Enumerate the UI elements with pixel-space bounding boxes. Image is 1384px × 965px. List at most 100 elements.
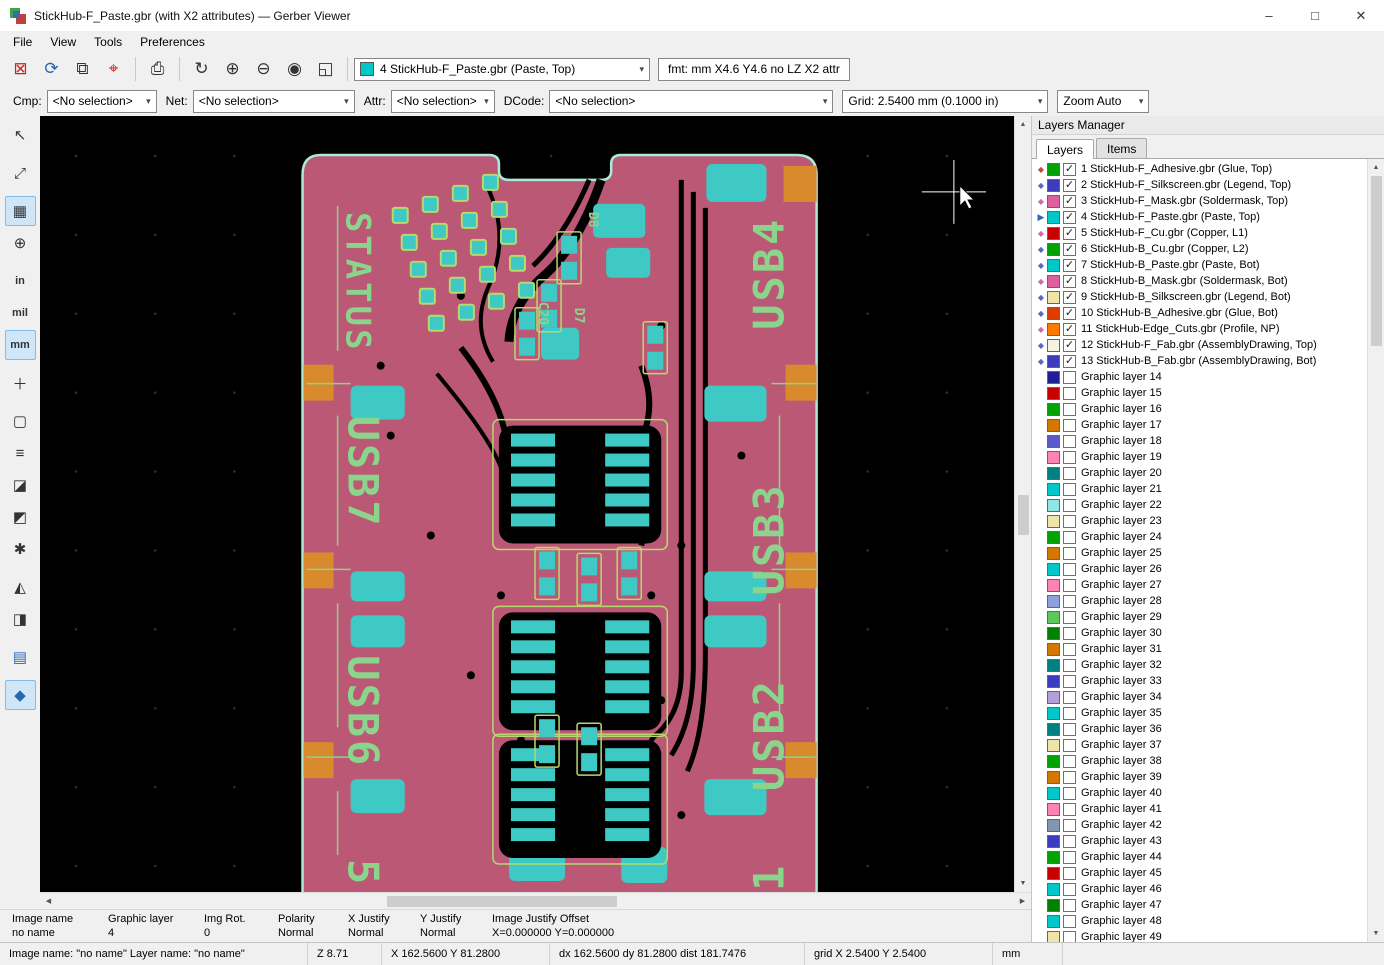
layer-row[interactable]: Graphic layer 46 xyxy=(1032,881,1367,897)
layer-row[interactable]: Graphic layer 39 xyxy=(1032,769,1367,785)
layer-visibility-checkbox[interactable] xyxy=(1063,835,1076,848)
tab-items[interactable]: Items xyxy=(1096,138,1147,158)
layer-row[interactable]: Graphic layer 38 xyxy=(1032,753,1367,769)
layer-color-swatch[interactable] xyxy=(1047,499,1060,512)
layer-row[interactable]: Graphic layer 17 xyxy=(1032,417,1367,433)
layer-row[interactable]: Graphic layer 47 xyxy=(1032,897,1367,913)
layer-color-swatch[interactable] xyxy=(1047,867,1060,880)
layer-color-swatch[interactable] xyxy=(1047,627,1060,640)
layer-row[interactable]: ◆✓6 StickHub-B_Cu.gbr (Copper, L2) xyxy=(1032,241,1367,257)
layer-color-swatch[interactable] xyxy=(1047,243,1060,256)
layer-visibility-checkbox[interactable] xyxy=(1063,611,1076,624)
layer-visibility-checkbox[interactable] xyxy=(1063,451,1076,464)
show-dcodes-button[interactable]: ✱ xyxy=(5,534,36,564)
polygons-sketch-button[interactable]: ◪ xyxy=(5,470,36,500)
zoom-redraw-button[interactable]: ↻ xyxy=(187,55,216,84)
layer-color-swatch[interactable] xyxy=(1047,419,1060,432)
layer-visibility-checkbox[interactable]: ✓ xyxy=(1063,227,1076,240)
layer-row[interactable]: Graphic layer 29 xyxy=(1032,609,1367,625)
units-inch-button[interactable]: in xyxy=(5,266,36,296)
layer-row[interactable]: Graphic layer 25 xyxy=(1032,545,1367,561)
layer-visibility-checkbox[interactable] xyxy=(1063,915,1076,928)
layer-visibility-checkbox[interactable]: ✓ xyxy=(1063,275,1076,288)
layer-visibility-checkbox[interactable]: ✓ xyxy=(1063,259,1076,272)
menu-tools[interactable]: Tools xyxy=(85,33,131,51)
layer-row[interactable]: ◆✓2 StickHub-F_Silkscreen.gbr (Legend, T… xyxy=(1032,177,1367,193)
print-button[interactable]: ⎙ xyxy=(143,55,172,84)
layers-scroll-thumb[interactable] xyxy=(1371,176,1382,346)
layer-color-swatch[interactable] xyxy=(1047,323,1060,336)
reload-layers-button[interactable]: ⟳ xyxy=(37,55,66,84)
negative-objects-button[interactable]: ◩ xyxy=(5,502,36,532)
layer-color-swatch[interactable] xyxy=(1047,227,1060,240)
grid-select[interactable]: Grid: 2.5400 mm (0.1000 in) ▾ xyxy=(842,90,1048,113)
layer-row[interactable]: Graphic layer 22 xyxy=(1032,497,1367,513)
layer-visibility-checkbox[interactable] xyxy=(1063,515,1076,528)
layer-row[interactable]: Graphic layer 44 xyxy=(1032,849,1367,865)
layer-color-swatch[interactable] xyxy=(1047,675,1060,688)
layer-row[interactable]: Graphic layer 20 xyxy=(1032,465,1367,481)
layer-color-swatch[interactable] xyxy=(1047,467,1060,480)
dcode-select[interactable]: <No selection> ▾ xyxy=(549,90,833,113)
layer-row[interactable]: Graphic layer 42 xyxy=(1032,817,1367,833)
net-select[interactable]: <No selection> ▾ xyxy=(193,90,355,113)
diff-mode-button[interactable]: ◭ xyxy=(5,572,36,602)
layer-row[interactable]: Graphic layer 36 xyxy=(1032,721,1367,737)
layer-row[interactable]: ◆✓11 StickHub-Edge_Cuts.gbr (Profile, NP… xyxy=(1032,321,1367,337)
layer-visibility-checkbox[interactable] xyxy=(1063,691,1076,704)
layer-visibility-checkbox[interactable] xyxy=(1063,483,1076,496)
scroll-right-icon[interactable]: ▶ xyxy=(1014,893,1031,910)
layer-visibility-checkbox[interactable]: ✓ xyxy=(1063,291,1076,304)
layer-visibility-checkbox[interactable]: ✓ xyxy=(1063,195,1076,208)
layers-scrollbar[interactable]: ▲ ▼ xyxy=(1367,159,1384,942)
attr-select[interactable]: <No selection> ▾ xyxy=(391,90,495,113)
layer-color-swatch[interactable] xyxy=(1047,611,1060,624)
layer-color-swatch[interactable] xyxy=(1047,435,1060,448)
layer-color-swatch[interactable] xyxy=(1047,851,1060,864)
layer-color-swatch[interactable] xyxy=(1047,771,1060,784)
layer-row[interactable]: Graphic layer 48 xyxy=(1032,913,1367,929)
close-button[interactable]: ✕ xyxy=(1338,0,1384,31)
layer-visibility-checkbox[interactable] xyxy=(1063,531,1076,544)
layer-visibility-checkbox[interactable] xyxy=(1063,787,1076,800)
layer-visibility-checkbox[interactable] xyxy=(1063,675,1076,688)
layer-row[interactable]: Graphic layer 16 xyxy=(1032,401,1367,417)
layer-color-swatch[interactable] xyxy=(1047,755,1060,768)
layer-visibility-checkbox[interactable]: ✓ xyxy=(1063,307,1076,320)
layer-row[interactable]: Graphic layer 37 xyxy=(1032,737,1367,753)
layer-color-swatch[interactable] xyxy=(1047,563,1060,576)
layer-color-swatch[interactable] xyxy=(1047,723,1060,736)
layer-row[interactable]: Graphic layer 40 xyxy=(1032,785,1367,801)
layer-visibility-checkbox[interactable] xyxy=(1063,755,1076,768)
layer-row[interactable]: Graphic layer 45 xyxy=(1032,865,1367,881)
layer-row[interactable]: Graphic layer 32 xyxy=(1032,657,1367,673)
cursor-shape-button[interactable]: ＋ xyxy=(5,368,36,398)
layer-color-swatch[interactable] xyxy=(1047,163,1060,176)
layer-row[interactable]: Graphic layer 31 xyxy=(1032,641,1367,657)
lines-sketch-button[interactable]: ≡ xyxy=(5,438,36,468)
layer-row[interactable]: ◆✓1 StickHub-F_Adhesive.gbr (Glue, Top) xyxy=(1032,161,1367,177)
menu-preferences[interactable]: Preferences xyxy=(131,33,214,51)
layer-visibility-checkbox[interactable]: ✓ xyxy=(1063,355,1076,368)
layer-color-swatch[interactable] xyxy=(1047,595,1060,608)
layer-row[interactable]: Graphic layer 18 xyxy=(1032,433,1367,449)
zoom-selection-button[interactable]: ◱ xyxy=(311,55,340,84)
grid-toggle-button[interactable]: ▦ xyxy=(5,196,36,226)
layer-color-swatch[interactable] xyxy=(1047,211,1060,224)
layer-row[interactable]: ◆✓13 StickHub-B_Fab.gbr (AssemblyDrawing… xyxy=(1032,353,1367,369)
layer-color-swatch[interactable] xyxy=(1047,803,1060,816)
layer-color-swatch[interactable] xyxy=(1047,547,1060,560)
layer-visibility-checkbox[interactable] xyxy=(1063,739,1076,752)
layer-row[interactable]: Graphic layer 28 xyxy=(1032,593,1367,609)
layer-row[interactable]: Graphic layer 24 xyxy=(1032,529,1367,545)
layer-color-swatch[interactable] xyxy=(1047,691,1060,704)
clear-all-layers-button[interactable]: ⊠ xyxy=(6,55,35,84)
layer-row[interactable]: Graphic layer 21 xyxy=(1032,481,1367,497)
layer-visibility-checkbox[interactable] xyxy=(1063,851,1076,864)
open-drill-button[interactable]: ⌖ xyxy=(99,55,128,84)
zoom-out-button[interactable]: ⊖ xyxy=(249,55,278,84)
gerber-canvas[interactable]: STATUS USB7 USB6 5 USB4 USB3 USB2 1 D8 xyxy=(40,116,1014,892)
units-mm-button[interactable]: mm xyxy=(5,330,36,360)
layer-color-swatch[interactable] xyxy=(1047,451,1060,464)
layer-row[interactable]: Graphic layer 15 xyxy=(1032,385,1367,401)
